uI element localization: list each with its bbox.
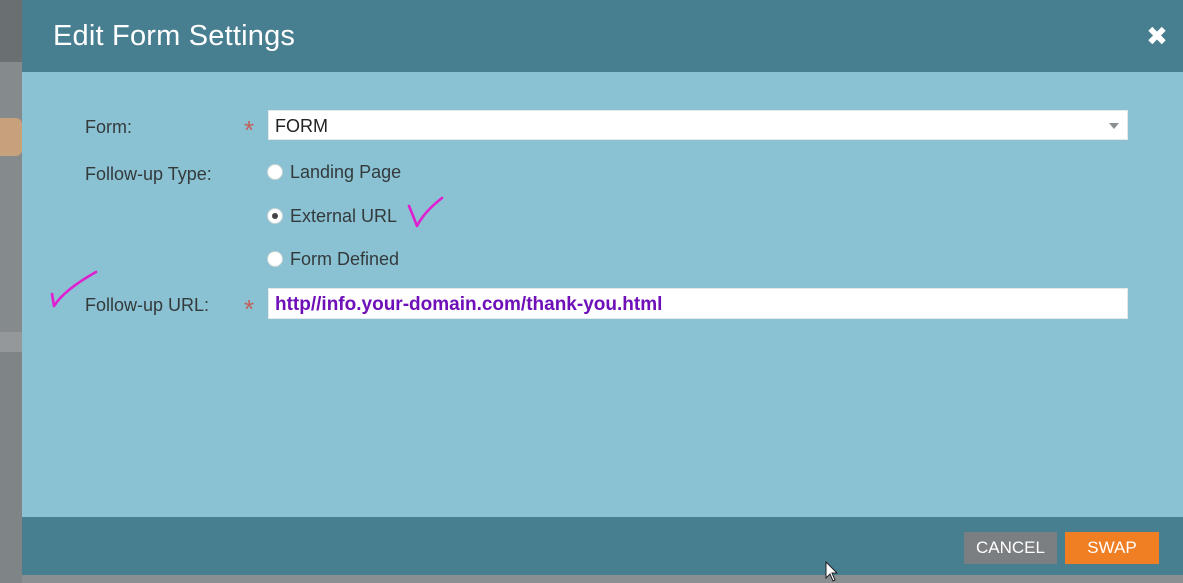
follow-up-type-label: Follow-up Type: <box>85 164 212 184</box>
background-bottom-strip <box>22 575 1183 583</box>
radio-form-defined[interactable]: Form Defined <box>267 247 399 271</box>
dialog-header: Edit Form Settings ✖ <box>22 0 1183 72</box>
dialog-title: Edit Form Settings <box>53 20 296 52</box>
radio-external-url[interactable]: External URL <box>267 204 397 228</box>
background-lower-panel <box>0 352 22 583</box>
mouse-pointer-icon <box>825 561 839 582</box>
required-marker: * <box>244 115 255 145</box>
background-panel <box>0 62 22 332</box>
swap-button[interactable]: SWAP <box>1065 532 1159 564</box>
follow-up-url-value: http//info.your-domain.com/thank-you.htm… <box>275 294 663 315</box>
radio-button[interactable] <box>267 164 283 180</box>
form-select-value: FORM <box>275 116 328 136</box>
radio-label: Form Defined <box>290 248 400 269</box>
edit-form-settings-dialog: Edit Form Settings ✖ Form: * FORM Follow… <box>22 0 1183 575</box>
background-header-band <box>0 0 22 62</box>
form-label: Form: <box>85 117 132 137</box>
radio-button-selected[interactable] <box>267 208 283 224</box>
handwritten-checkmark-icon <box>50 270 98 308</box>
close-icon[interactable]: ✖ <box>1143 22 1171 50</box>
handwritten-checkmark-icon <box>407 196 444 228</box>
background-tile <box>0 118 22 156</box>
dialog-footer: CANCEL SWAP <box>22 517 1183 575</box>
cancel-button[interactable]: CANCEL <box>964 532 1057 564</box>
radio-label: Landing Page <box>290 161 402 182</box>
chevron-down-icon <box>1109 123 1119 129</box>
form-select[interactable]: FORM <box>268 110 1128 140</box>
follow-up-url-input[interactable]: http//info.your-domain.com/thank-you.htm… <box>268 288 1128 319</box>
radio-landing-page[interactable]: Landing Page <box>267 160 401 184</box>
radio-label: External URL <box>290 205 398 226</box>
follow-up-url-label: Follow-up URL: <box>85 295 210 315</box>
required-marker: * <box>244 294 255 324</box>
radio-button[interactable] <box>267 251 283 267</box>
background-divider <box>0 332 22 352</box>
